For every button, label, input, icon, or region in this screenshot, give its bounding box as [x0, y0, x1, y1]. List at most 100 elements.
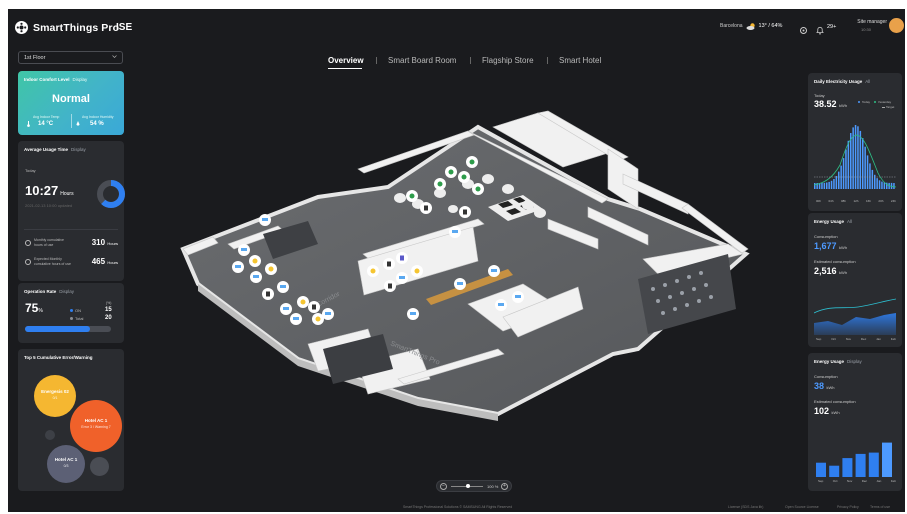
tab-flagship-store[interactable]: Flagship Store: [482, 56, 534, 65]
error-bubble-hotel-ac-2[interactable]: Hotel AC 1 0/3: [47, 445, 85, 483]
avg-temp-label: Avg Indoor Temp: [33, 115, 60, 119]
energy-display-link[interactable]: Display: [847, 359, 862, 364]
daily-electricity-panel[interactable]: Daily Electricity Usage All Today 38.52 k…: [808, 73, 902, 211]
error-bubble-hotel-ac[interactable]: Hotel AC 1 Error 3 / Warning 7: [70, 400, 122, 452]
footer-link-license[interactable]: License (SDS Java lib): [728, 505, 763, 509]
footer-link-privacy[interactable]: Privacy Policy: [837, 505, 859, 509]
monthly-hours-label: Monthly cumulative hours of use: [34, 238, 64, 247]
view-tabs: Overview Smart Board Room Flagship Store…: [8, 56, 905, 70]
operation-total-label: Total: [70, 316, 83, 321]
pin-ac: [512, 291, 524, 303]
electricity-bar: [876, 178, 878, 189]
errors-title: Top 5 Cumulative Error/Warning: [24, 355, 93, 360]
user-avatar[interactable]: [889, 18, 904, 33]
zoom-slider-handle[interactable]: [466, 484, 470, 488]
pin-sensor: [384, 280, 396, 292]
tab-smart-hotel[interactable]: Smart Hotel: [559, 56, 601, 65]
pin-ac: [488, 265, 500, 277]
electricity-bar: [893, 183, 895, 189]
energy-bar: [868, 452, 879, 477]
operation-rate-panel[interactable]: Operation Rate Display 75% (%) ON 15 Tota…: [18, 283, 124, 343]
monthly-hours-value: 310 Hours: [91, 238, 118, 247]
bell-icon[interactable]: [816, 22, 824, 40]
pin-ac: [322, 308, 334, 320]
expected-hours-label: Expected Monthly cumulative hours of use: [34, 257, 71, 266]
pin-sensor: [383, 258, 395, 270]
energy-estimated-label: Estimated consumption: [814, 259, 856, 264]
operation-rate-value: 75%: [25, 301, 43, 315]
energy-consumption-value: 1,677 kWh: [814, 241, 848, 251]
pin-ac: [396, 272, 408, 284]
error-bubble-small[interactable]: [90, 457, 109, 476]
avg-humidity-label: Avg Indoor Humidity: [82, 115, 114, 119]
electricity-bar: [845, 149, 847, 189]
usage-time-title: Average Usage Time Display: [24, 147, 86, 152]
zoom-out-button[interactable]: −: [440, 483, 447, 490]
clock-icon: [25, 259, 31, 265]
electricity-bar: [864, 146, 866, 189]
footer-link-open-source[interactable]: Open Source License: [785, 505, 819, 509]
pin-sensor: [420, 202, 432, 214]
comfort-panel[interactable]: Indoor Comfort Level Display Normal Avg I…: [18, 71, 124, 135]
pin-person: [458, 171, 470, 183]
sun-cloud-icon: [746, 23, 756, 30]
pin-person: [472, 183, 484, 195]
electricity-value: 38.52 kWh: [814, 99, 848, 109]
usage-time-panel[interactable]: Average Usage Time Display Today 10:27 Hou…: [18, 141, 125, 281]
pin-ac: [407, 308, 419, 320]
operation-rate-bar: [25, 326, 111, 332]
electricity-legend-target: Target: [882, 105, 895, 109]
pin-ac: [290, 313, 302, 325]
usage-display-link[interactable]: Display: [71, 147, 86, 152]
pin-sensor: [262, 288, 274, 300]
avg-temp-value: 14 °C: [38, 121, 54, 127]
pin-ac: [277, 281, 289, 293]
pin-light: [249, 255, 261, 267]
energy-usage-all-panel[interactable]: Energy Usage All Consumption 1,677 kWh Es…: [808, 213, 902, 347]
electricity-bar: [826, 182, 828, 189]
footer-copyright: SmartThings Professional Solutions © SAM…: [403, 505, 513, 509]
usage-divider: [24, 229, 118, 230]
usage-time-value: 10:27 Hours: [25, 183, 74, 198]
tab-divider: [547, 57, 548, 64]
tab-divider: [376, 57, 377, 64]
error-bubble-energesis[interactable]: Energesis 02 0/1: [34, 375, 76, 417]
site-code[interactable]: ISE: [116, 22, 132, 33]
energy-all-link[interactable]: All: [847, 219, 852, 224]
operation-display-link[interactable]: Display: [59, 289, 74, 294]
electricity-period: Today: [814, 93, 825, 98]
settings-icon[interactable]: [799, 22, 808, 40]
display-consumption-value: 38 kWh: [814, 381, 835, 391]
operation-pct-label: (%): [106, 301, 112, 305]
droplet-icon: [76, 114, 80, 132]
error-bubble-small[interactable]: [45, 430, 55, 440]
tab-smart-board-room[interactable]: Smart Board Room: [388, 56, 456, 65]
daily-electricity-title: Daily Electricity Usage All: [814, 79, 871, 84]
pin-ac: [232, 261, 244, 273]
usage-updated: 2021-02-13 10:00 updated: [25, 203, 73, 208]
errors-panel[interactable]: Top 5 Cumulative Error/Warning Energesis…: [18, 349, 124, 491]
footer-link-terms[interactable]: Terms of use: [870, 505, 890, 509]
app-title: SmartThings Pro: [33, 22, 120, 34]
electricity-bar: [814, 183, 816, 189]
operation-rate-title: Operation Rate Display: [24, 289, 75, 294]
tab-divider: [470, 57, 471, 64]
electricity-chart: [814, 125, 896, 189]
display-consumption-label: Consumption: [814, 374, 838, 379]
energy-bar: [829, 465, 840, 477]
comfort-display-link[interactable]: Display: [73, 77, 88, 82]
smartthings-logo-icon[interactable]: [15, 21, 28, 34]
energy-usage-display-panel[interactable]: Energy Usage Display Consumption 38 kWh E…: [808, 353, 902, 491]
zoom-in-button[interactable]: +: [501, 483, 508, 490]
electricity-bar: [821, 182, 823, 189]
pin-sensor: [308, 301, 320, 313]
floor-map[interactable]: Corridor SmartThings Pro: [168, 109, 758, 454]
pin-light: [411, 265, 423, 277]
electricity-all-link[interactable]: All: [865, 79, 870, 84]
tab-overview[interactable]: Overview: [328, 56, 364, 65]
zoom-value: 100 %: [487, 484, 499, 489]
pin-sensor: [459, 206, 471, 218]
energy-x-axis: Sep Oct Nov Dec Jan Feb: [816, 337, 896, 341]
energy-bar: [816, 462, 826, 477]
comfort-divider: [71, 114, 72, 128]
